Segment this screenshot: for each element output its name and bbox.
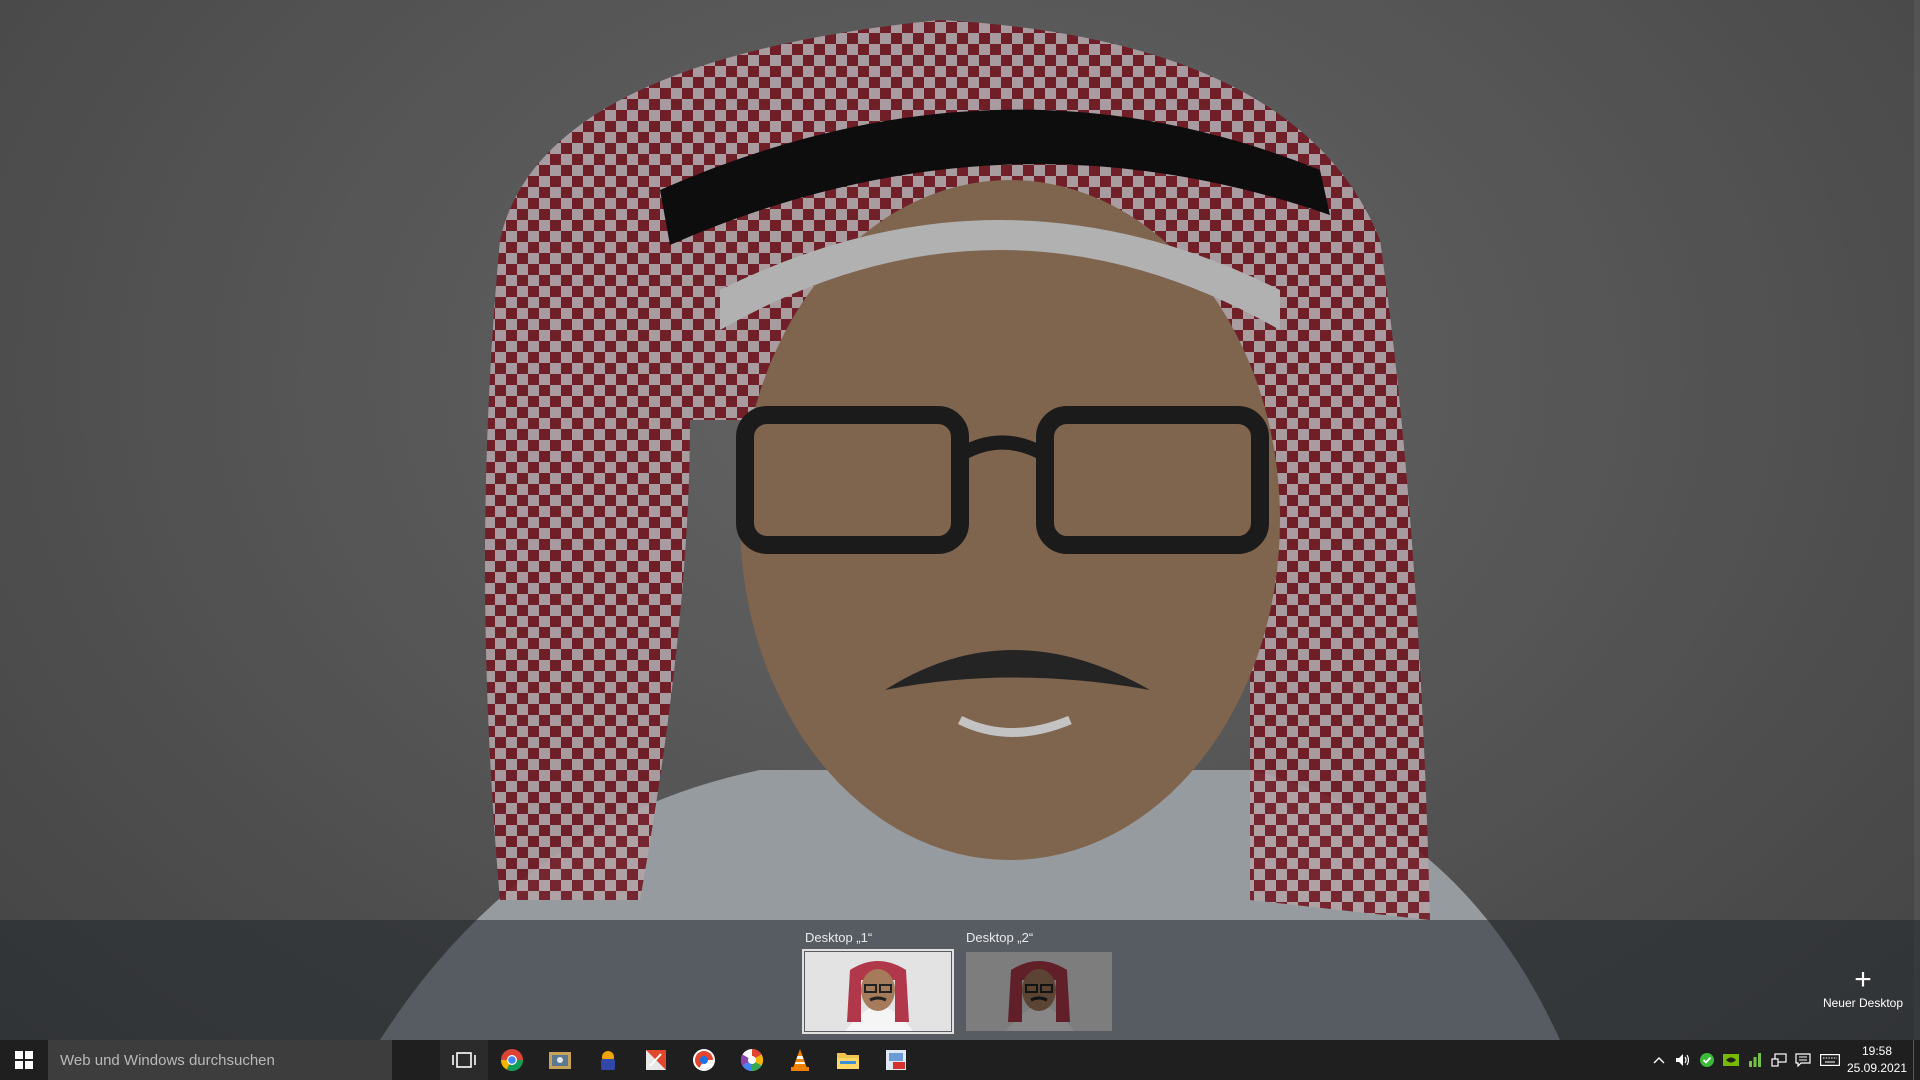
vpn-app-taskbar-button[interactable] xyxy=(584,1040,632,1080)
vpn-app-icon xyxy=(601,1051,615,1070)
system-tray: 19:58 25.09.2021 xyxy=(1647,1040,1920,1080)
pdf-app-taskbar-button[interactable] xyxy=(872,1040,920,1080)
clock[interactable]: 19:58 25.09.2021 xyxy=(1845,1043,1909,1077)
show-desktop-button[interactable] xyxy=(1913,1040,1920,1080)
desktop-2-label: Desktop „2“ xyxy=(966,930,1034,945)
desktop-1-preview[interactable] xyxy=(802,949,954,1034)
chrome-alt-taskbar-button[interactable] xyxy=(680,1040,728,1080)
virtual-desktops-bar: Desktop „1“ Desktop „2“ + Neuer Desktop xyxy=(0,920,1920,1040)
task-view-overlay xyxy=(0,0,1920,1080)
volume-button[interactable] xyxy=(1671,1040,1695,1080)
file-explorer-icon xyxy=(837,1053,859,1069)
security-check-icon xyxy=(1700,1053,1714,1067)
action-center-icon xyxy=(1795,1053,1811,1067)
photo-app-icon xyxy=(549,1052,571,1069)
network-meter-button[interactable] xyxy=(1743,1040,1767,1080)
new-desktop-label: Neuer Desktop xyxy=(1822,996,1904,1010)
keyboard-icon xyxy=(1820,1054,1840,1066)
chrome-taskbar-button[interactable] xyxy=(488,1040,536,1080)
clock-date: 25.09.2021 xyxy=(1846,1061,1908,1075)
chevron-up-icon xyxy=(1653,1057,1665,1064)
desktop-2-preview-image xyxy=(966,952,1112,1031)
network-button[interactable] xyxy=(1767,1040,1791,1080)
picasa-taskbar-button[interactable] xyxy=(728,1040,776,1080)
network-meter-icon xyxy=(1749,1053,1761,1067)
task-view-button[interactable] xyxy=(440,1040,488,1080)
taskbar: Web und Windows durchsuchen 19:58 25.09.… xyxy=(0,1040,1920,1080)
clock-time: 19:58 xyxy=(1861,1044,1893,1058)
security-status-button[interactable] xyxy=(1695,1040,1719,1080)
action-center-button[interactable] xyxy=(1791,1040,1815,1080)
nvidia-tray-button[interactable] xyxy=(1719,1040,1743,1080)
desktop-2-preview[interactable] xyxy=(966,952,1112,1031)
taskbar-apps xyxy=(392,1040,920,1080)
touch-keyboard-button[interactable] xyxy=(1815,1040,1845,1080)
network-icon xyxy=(1771,1053,1787,1067)
desktop-1-label: Desktop „1“ xyxy=(805,930,873,945)
scrollbar[interactable] xyxy=(1914,0,1920,1040)
office-app-taskbar-button[interactable] xyxy=(632,1040,680,1080)
chrome-alt-icon xyxy=(693,1049,715,1071)
desktop-1-preview-image xyxy=(805,952,951,1031)
pdf-app-icon xyxy=(886,1050,906,1070)
picasa-icon xyxy=(741,1049,763,1071)
photo-app-taskbar-button[interactable] xyxy=(536,1040,584,1080)
vlc-icon xyxy=(791,1049,809,1071)
start-button[interactable] xyxy=(0,1040,48,1080)
search-box[interactable]: Web und Windows durchsuchen xyxy=(48,1040,392,1080)
new-desktop-button[interactable]: + Neuer Desktop xyxy=(1818,963,1908,1026)
show-hidden-icons-button[interactable] xyxy=(1647,1040,1671,1080)
volume-icon xyxy=(1676,1054,1690,1066)
windows-logo-icon xyxy=(15,1051,33,1069)
plus-icon: + xyxy=(1854,963,1872,996)
nvidia-icon xyxy=(1723,1054,1739,1066)
task-view-icon xyxy=(452,1052,476,1068)
vlc-taskbar-button[interactable] xyxy=(776,1040,824,1080)
chrome-icon xyxy=(501,1049,523,1071)
file-explorer-taskbar-button[interactable] xyxy=(824,1040,872,1080)
search-placeholder: Web und Windows durchsuchen xyxy=(60,1051,275,1069)
office-app-icon xyxy=(646,1050,666,1070)
